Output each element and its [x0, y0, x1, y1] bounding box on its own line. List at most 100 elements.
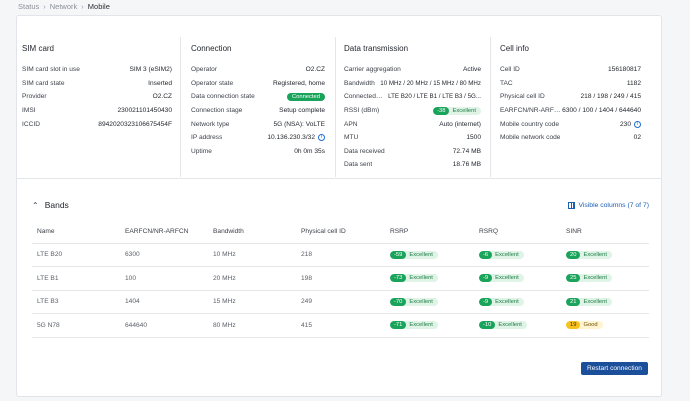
sim-card-column: SIM card SIM card slot in use SIM 3 (eSIM…	[22, 37, 180, 177]
signal-badge: 21 Excellent	[566, 297, 612, 306]
band-sinr: 21 Excellent	[561, 290, 649, 314]
table-header-row: Name EARFCN/NR-ARFCN Bandwidth Physical …	[32, 220, 649, 244]
info-row: Cell ID 156180817	[500, 63, 641, 77]
table-row: LTE B3 1404 15 MHz 249 -70 Excellent -9 Ex…	[32, 290, 649, 314]
band-pci: 198	[296, 266, 385, 291]
info-row: Connected b... LTE B20 / LTE B1 / LTE B3 …	[344, 90, 481, 104]
band-earfcn: 6300	[120, 243, 208, 267]
table-row: LTE B1 100 20 MHz 198 -73 Excellent -9 Exc…	[32, 266, 649, 291]
info-value: Inserted	[148, 79, 172, 87]
info-key: TAC	[500, 79, 513, 87]
chevron-right-icon: ›	[81, 1, 84, 11]
info-key: MTU	[344, 134, 359, 142]
signal-quality: Excellent	[498, 322, 522, 329]
info-row: APN Auto (internet)	[344, 117, 481, 131]
signal-value: -73	[390, 274, 407, 283]
info-key: Mobile country code	[500, 120, 560, 128]
connection-column: Connection Operator O2.CZ Operator state R…	[180, 37, 335, 177]
info-row: SIM card state Inserted	[22, 77, 172, 91]
info-key: Operator	[191, 66, 218, 74]
info-icon[interactable]: i	[318, 134, 325, 142]
info-key: ICCID	[22, 120, 40, 128]
signal-value: -9	[479, 274, 493, 283]
chevron-up-icon[interactable]: ⌃	[32, 201, 39, 210]
info-value: Active	[463, 66, 481, 74]
band-name: 5G N78	[32, 313, 120, 338]
breadcrumb-status[interactable]: Status	[18, 2, 39, 11]
visible-columns-button[interactable]: Visible columns (7 of 7)	[568, 199, 649, 211]
connected-badge: Connected	[286, 92, 325, 101]
info-key: EARFCN/NR-ARFCN	[500, 107, 563, 115]
info-row: Bandwidth 10 MHz / 20 MHz / 15 MHz / 80 M…	[344, 77, 481, 91]
table-row: LTE B20 6300 10 MHz 218 -59 Excellent -6 E…	[32, 243, 649, 267]
mcc-value: 230	[619, 120, 631, 128]
signal-badge: -9 Excellent	[479, 274, 524, 283]
band-rsrp: -59 Excellent	[385, 243, 474, 267]
band-bandwidth: 20 MHz	[208, 266, 296, 291]
info-row: IMSI 230021101450430	[22, 104, 172, 118]
connection-title: Connection	[191, 44, 232, 53]
signal-value: 19	[566, 321, 581, 330]
signal-value: 21	[566, 297, 581, 306]
signal-quality: Excellent	[409, 322, 433, 329]
col-header-bandwidth[interactable]: Bandwidth	[208, 220, 296, 244]
info-row: Uptime 0h 0m 35s	[191, 145, 325, 159]
section-divider	[16, 178, 662, 179]
band-rsrp: -71 Excellent	[385, 313, 474, 338]
signal-badge: 25 Excellent	[566, 274, 612, 283]
info-row: Data sent 18.76 MB	[344, 158, 481, 172]
bands-header[interactable]: ⌃ Bands	[32, 199, 69, 211]
info-key: Cell ID	[500, 66, 520, 74]
info-row: TAC 1182	[500, 77, 641, 91]
restart-connection-button[interactable]: Restart connection	[581, 362, 648, 375]
signal-quality: Excellent	[583, 298, 607, 305]
signal-badge: -71 Excellent	[390, 321, 438, 330]
info-value: Connected	[286, 92, 325, 101]
band-name: LTE B1	[32, 266, 120, 291]
info-row: Operator O2.CZ	[191, 63, 325, 77]
info-row: Mobile country code 230 i	[500, 117, 641, 131]
band-earfcn: 100	[120, 266, 208, 291]
band-name: LTE B3	[32, 290, 120, 314]
rssi-quality: Excellent	[452, 107, 476, 114]
cell-info-title: Cell info	[500, 44, 529, 53]
info-icon[interactable]: i	[634, 120, 641, 128]
col-header-earfcn[interactable]: EARFCN/NR-ARFCN	[120, 220, 208, 244]
info-key: Physical cell ID	[500, 93, 545, 101]
info-value: 10 MHz / 20 MHz / 15 MHz / 80 MHz	[380, 79, 481, 87]
col-header-pci[interactable]: Physical cell ID	[296, 220, 385, 244]
band-sinr: 19 Good	[561, 313, 649, 338]
col-header-name[interactable]: Name	[32, 220, 120, 244]
band-name: LTE B20	[32, 243, 120, 267]
signal-badge: -70 Excellent	[390, 297, 438, 306]
band-rsrq: -6 Excellent	[474, 243, 561, 267]
signal-badge: 19 Good	[566, 321, 603, 330]
info-value: SIM 3 (eSIM2)	[129, 66, 172, 74]
col-header-sinr[interactable]: SINR	[561, 220, 649, 244]
signal-value: -59	[390, 250, 407, 259]
col-header-rsrq[interactable]: RSRQ	[474, 220, 561, 244]
band-pci: 249	[296, 290, 385, 314]
info-value: LTE B20 / LTE B1 / LTE B3 / 5G...	[388, 93, 481, 101]
info-row: Network type 5G (NSA): VoLTE	[191, 117, 325, 131]
band-bandwidth: 10 MHz	[208, 243, 296, 267]
info-key: Bandwidth	[344, 79, 375, 87]
band-earfcn: 1404	[120, 290, 208, 314]
info-key: SIM card slot in use	[22, 66, 80, 74]
signal-quality: Excellent	[409, 251, 433, 258]
signal-quality: Excellent	[495, 298, 519, 305]
cell-info-column: Cell info Cell ID 156180817 TAC 1182 Physi…	[490, 37, 649, 177]
col-header-rsrp[interactable]: RSRP	[385, 220, 474, 244]
signal-value: -9	[479, 297, 493, 306]
signal-badge: -10 Excellent	[479, 321, 527, 330]
info-key: Carrier aggregation	[344, 66, 401, 74]
bands-table: Name EARFCN/NR-ARFCN Bandwidth Physical …	[32, 220, 649, 338]
info-row: Provider O2.CZ	[22, 90, 172, 104]
info-key: Mobile network code	[500, 134, 561, 142]
band-bandwidth: 80 MHz	[208, 313, 296, 338]
summary-section: SIM card SIM card slot in use SIM 3 (eSIM…	[22, 37, 649, 177]
info-value: 230 i	[619, 120, 641, 128]
breadcrumb-network[interactable]: Network	[50, 2, 78, 11]
band-rsrq: -9 Excellent	[474, 290, 561, 314]
signal-quality: Excellent	[583, 251, 607, 258]
